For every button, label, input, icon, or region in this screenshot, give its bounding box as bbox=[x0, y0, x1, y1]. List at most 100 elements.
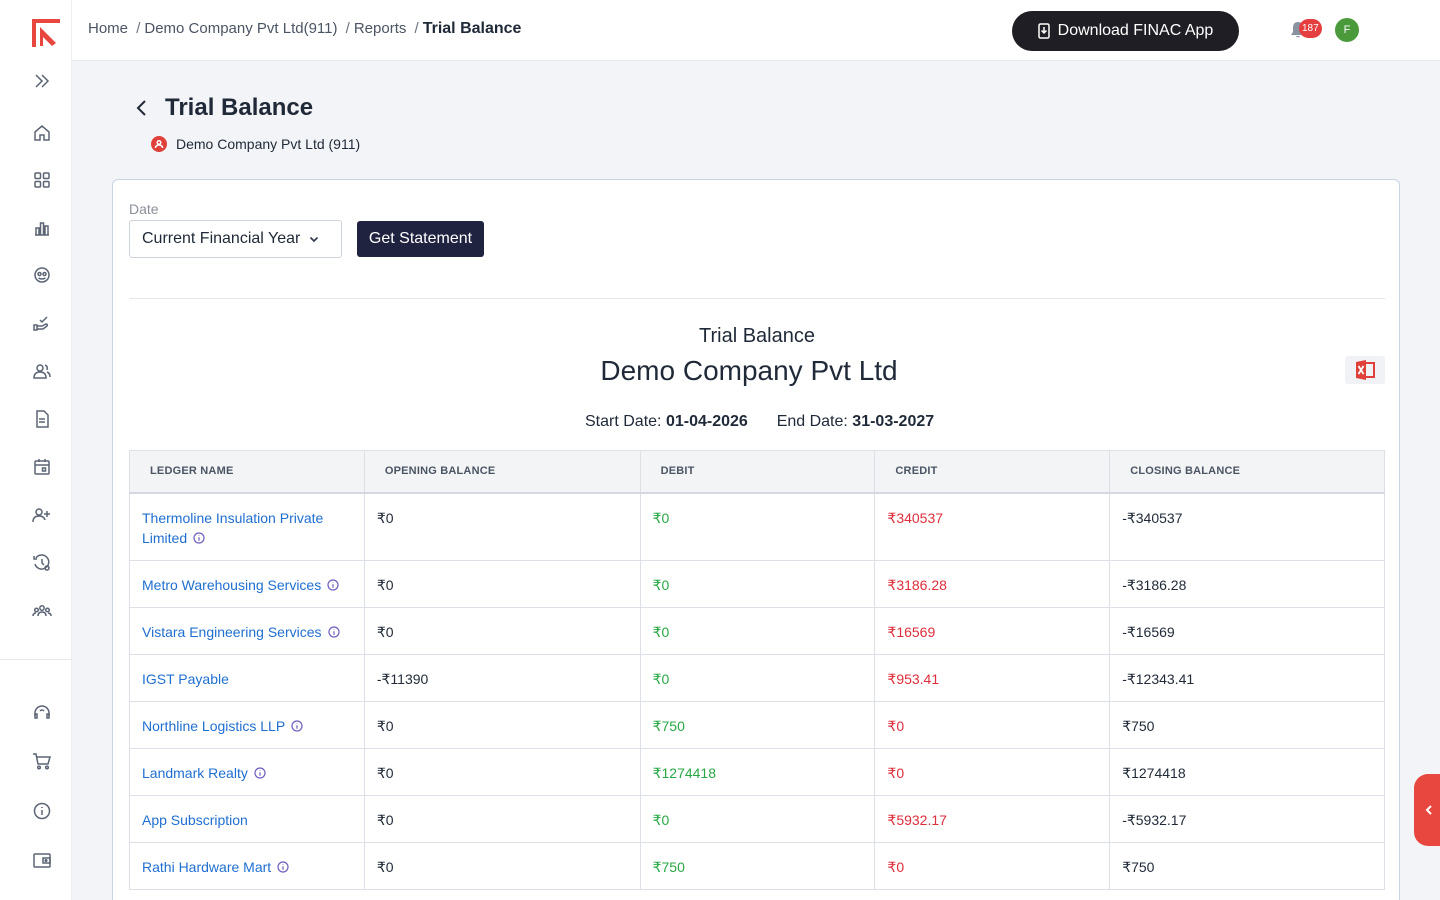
table-body: Thermoline Insulation Private Limited ₹0 ₹… bbox=[129, 492, 1385, 890]
ledger-info-icon[interactable] bbox=[327, 623, 340, 638]
table-header-row: LEDGER NAME OPENING BALANCE DEBIT CREDIT… bbox=[129, 450, 1385, 494]
ledger-name-text[interactable]: Landmark Realty bbox=[142, 765, 248, 781]
reports-chart-icon[interactable] bbox=[29, 215, 55, 241]
chevron-left-icon bbox=[1425, 805, 1432, 815]
breadcrumb-current: Trial Balance bbox=[422, 20, 522, 37]
credit-text: ₹0 bbox=[887, 858, 905, 875]
calendar-icon[interactable] bbox=[29, 454, 55, 480]
ledger-name-cell[interactable]: Rathi Hardware Mart bbox=[129, 841, 365, 890]
expand-icon[interactable] bbox=[29, 68, 55, 94]
date-label: Date bbox=[129, 201, 159, 217]
table-row: Metro Warehousing Services ₹0 ₹0 ₹3186.28 -₹… bbox=[129, 559, 1385, 608]
support-headset-icon[interactable] bbox=[29, 700, 55, 726]
opening-balance-text: ₹0 bbox=[376, 509, 394, 526]
table-row: Rathi Hardware Mart ₹0 ₹750 ₹0 ₹750 bbox=[129, 841, 1385, 890]
closing-balance-cell: -₹12343.41 bbox=[1109, 653, 1385, 702]
breadcrumb-company[interactable]: Demo Company Pvt Ltd(911) bbox=[144, 20, 337, 37]
opening-balance-cell: ₹0 bbox=[363, 700, 641, 749]
report-company-name: Demo Company Pvt Ltd bbox=[600, 355, 898, 386]
ledger-name-cell[interactable]: App Subscription bbox=[129, 794, 365, 843]
download-app-button[interactable]: Download FINAC App bbox=[1012, 11, 1239, 51]
ledger-info-icon[interactable] bbox=[193, 529, 205, 544]
debit-cell: ₹0 bbox=[639, 606, 876, 655]
credit-text: ₹5932.17 bbox=[887, 811, 947, 828]
column-header-opening: OPENING BALANCE bbox=[363, 450, 641, 494]
opening-balance-cell: -₹11390 bbox=[363, 653, 641, 702]
ledger-name-text[interactable]: Metro Warehousing Services bbox=[142, 577, 321, 593]
wallet-icon[interactable] bbox=[29, 847, 55, 873]
cart-icon[interactable] bbox=[29, 748, 55, 774]
get-statement-button[interactable]: Get Statement bbox=[357, 221, 484, 257]
info-icon[interactable] bbox=[29, 798, 55, 824]
report-subtitle: Trial Balance bbox=[699, 325, 815, 347]
closing-balance-cell: -₹340537 bbox=[1109, 492, 1385, 561]
opening-balance-text: ₹0 bbox=[376, 764, 394, 781]
closing-balance-cell: ₹1274418 bbox=[1109, 747, 1385, 796]
column-header-credit: CREDIT bbox=[874, 450, 1111, 494]
ledger-info-icon[interactable] bbox=[291, 717, 303, 732]
opening-balance-text: ₹0 bbox=[376, 717, 394, 734]
debit-text: ₹0 bbox=[652, 509, 670, 526]
closing-balance-text: -₹3186.28 bbox=[1122, 576, 1187, 593]
debit-text: ₹0 bbox=[652, 623, 670, 640]
company-label: Demo Company Pvt Ltd (911) bbox=[176, 136, 361, 152]
credit-cell: ₹5932.17 bbox=[874, 794, 1111, 843]
closing-balance-text: -₹340537 bbox=[1122, 509, 1183, 526]
opening-balance-text: ₹0 bbox=[376, 576, 394, 593]
team-icon[interactable] bbox=[29, 598, 55, 624]
opening-balance-text: ₹0 bbox=[376, 811, 394, 828]
column-header-debit: DEBIT bbox=[639, 450, 876, 494]
credit-cell: ₹340537 bbox=[874, 492, 1111, 561]
closing-balance-cell: -₹3186.28 bbox=[1109, 559, 1385, 608]
opening-balance-cell: ₹0 bbox=[363, 747, 641, 796]
breadcrumb-home[interactable]: Home bbox=[88, 20, 128, 37]
date-range-select[interactable]: Current Financial Year bbox=[129, 220, 342, 258]
credit-cell: ₹3186.28 bbox=[874, 559, 1111, 608]
debit-cell: ₹1274418 bbox=[639, 747, 876, 796]
ledger-name-cell[interactable]: Vistara Engineering Services bbox=[129, 606, 365, 655]
settings-history-icon[interactable] bbox=[29, 550, 55, 576]
ledger-name-text[interactable]: Vistara Engineering Services bbox=[142, 624, 322, 640]
credit-cell: ₹0 bbox=[874, 747, 1111, 796]
add-user-icon[interactable] bbox=[29, 502, 55, 528]
ledger-name-cell[interactable]: Thermoline Insulation Private Limited bbox=[129, 492, 365, 561]
ledger-name-text[interactable]: Thermoline Insulation Private Limited bbox=[142, 510, 323, 546]
credit-cell: ₹953.41 bbox=[874, 653, 1111, 702]
company-user-icon bbox=[151, 136, 167, 152]
ledger-name-text[interactable]: Rathi Hardware Mart bbox=[142, 859, 271, 875]
invoice-document-icon[interactable] bbox=[29, 406, 55, 432]
user-avatar[interactable]: F bbox=[1335, 18, 1359, 42]
closing-balance-text: ₹750 bbox=[1122, 858, 1155, 875]
topbar: Home / Demo Company Pvt Ltd(911) / Reports… bbox=[72, 0, 1440, 61]
ledger-name-cell[interactable]: Northline Logistics LLP bbox=[129, 700, 365, 749]
back-arrow-icon[interactable] bbox=[133, 98, 153, 120]
start-date-value: 01-04-2026 bbox=[665, 413, 748, 430]
accounts-icon[interactable] bbox=[29, 262, 55, 288]
ledger-name-cell[interactable]: IGST Payable bbox=[129, 653, 365, 702]
ledger-name-cell[interactable]: Metro Warehousing Services bbox=[129, 559, 365, 608]
excel-export-icon[interactable] bbox=[1345, 356, 1385, 384]
customers-icon[interactable] bbox=[29, 358, 55, 384]
opening-balance-cell: ₹0 bbox=[363, 559, 641, 608]
home-icon[interactable] bbox=[29, 120, 55, 146]
ledger-name-cell[interactable]: Landmark Realty bbox=[129, 747, 365, 796]
ledger-info-icon[interactable] bbox=[277, 858, 289, 873]
mobile-download-icon bbox=[1037, 23, 1050, 39]
closing-balance-text: -₹16569 bbox=[1122, 623, 1175, 640]
ledger-name-text[interactable]: App Subscription bbox=[142, 812, 248, 828]
debit-cell: ₹750 bbox=[639, 841, 876, 890]
debit-text: ₹1274418 bbox=[652, 764, 717, 781]
closing-balance-cell: -₹5932.17 bbox=[1109, 794, 1385, 843]
finac-logo[interactable] bbox=[30, 17, 62, 49]
breadcrumb-reports[interactable]: Reports bbox=[354, 20, 407, 37]
ledger-name-text[interactable]: IGST Payable bbox=[142, 671, 229, 687]
side-panel-toggle[interactable] bbox=[1414, 774, 1440, 846]
breadcrumb-separator: / bbox=[136, 20, 141, 37]
payments-hand-icon[interactable] bbox=[29, 310, 55, 336]
credit-text: ₹0 bbox=[887, 717, 905, 734]
opening-balance-cell: ₹0 bbox=[363, 794, 641, 843]
ledger-info-icon[interactable] bbox=[254, 764, 266, 779]
ledger-name-text[interactable]: Northline Logistics LLP bbox=[142, 718, 285, 734]
ledger-info-icon[interactable] bbox=[327, 576, 339, 591]
apps-grid-icon[interactable] bbox=[29, 167, 55, 193]
